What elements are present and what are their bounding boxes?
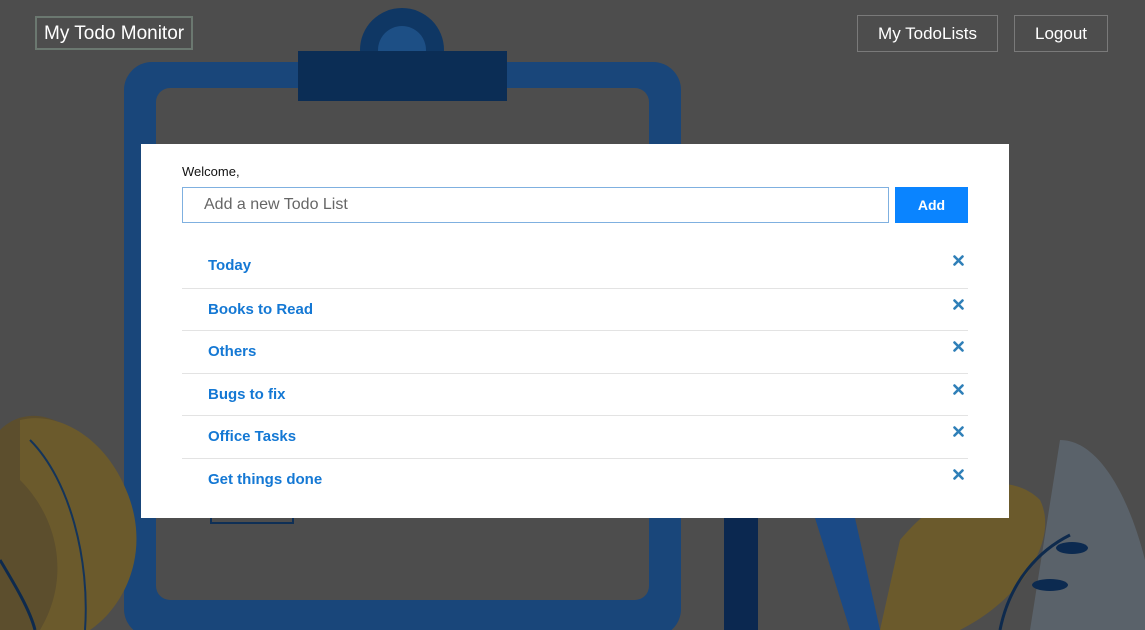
my-todolists-button[interactable]: My TodoLists [857, 15, 998, 52]
list-item: Today [182, 245, 968, 288]
new-todolist-input[interactable] [182, 187, 889, 223]
list-item: Others [182, 330, 968, 373]
close-icon[interactable] [953, 255, 964, 266]
list-item: Office Tasks [182, 415, 968, 458]
add-button[interactable]: Add [895, 187, 968, 223]
close-icon[interactable] [953, 426, 964, 437]
list-item: Bugs to fix [182, 372, 968, 416]
todolist-link[interactable]: Get things done [208, 471, 322, 488]
todolist-link[interactable]: Office Tasks [208, 428, 296, 445]
todo-lists: Today Books to Read Others Bugs to fix Offic… [182, 245, 968, 500]
close-icon[interactable] [953, 468, 964, 480]
todolist-link[interactable]: Others [208, 343, 256, 360]
welcome-text: Welcome, [182, 164, 240, 179]
todolist-link[interactable]: Bugs to fix [208, 386, 286, 403]
logout-button[interactable]: Logout [1014, 15, 1108, 52]
todo-lists-card: Welcome, Add Today Books to Read Others Bug… [141, 144, 1009, 518]
todolist-link[interactable]: Today [208, 257, 251, 274]
todolist-link[interactable]: Books to Read [208, 301, 313, 318]
close-icon[interactable] [953, 341, 964, 352]
list-item: Books to Read [182, 287, 968, 331]
app-brand[interactable]: My Todo Monitor [35, 16, 194, 50]
list-item: Get things done [182, 457, 968, 501]
close-icon[interactable] [953, 383, 964, 395]
close-icon[interactable] [953, 298, 964, 310]
